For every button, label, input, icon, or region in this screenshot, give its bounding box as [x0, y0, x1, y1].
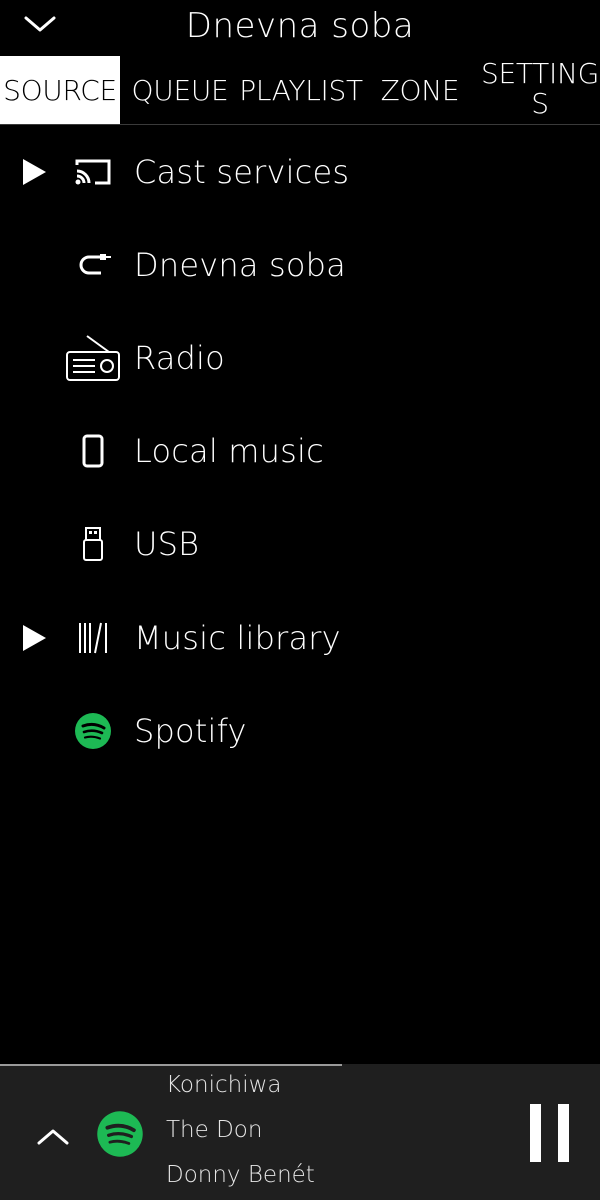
pause-bar-left [530, 1104, 541, 1162]
source-label: Dnevna soba [134, 245, 346, 284]
chevron-down-icon[interactable] [22, 10, 58, 38]
source-item-music-library[interactable]: Music library [0, 591, 600, 684]
tab-settings-line2: S [531, 87, 549, 120]
tab-zone[interactable]: ZONE [368, 56, 472, 124]
pause-icon[interactable] [524, 1104, 576, 1164]
source-label: Radio [134, 338, 225, 377]
source-item-dnevna-soba[interactable]: Dnevna soba [0, 218, 600, 311]
source-item-spotify[interactable]: Spotify [0, 684, 600, 777]
library-icon [64, 613, 122, 663]
tab-bar: SOURCE QUEUE PLAYLIST ZONE SETTING S [0, 56, 600, 125]
source-label: Local music [134, 431, 324, 470]
radio-icon [64, 333, 122, 383]
tab-settings[interactable]: SETTING S [478, 56, 600, 124]
source-label: Cast services [134, 152, 350, 191]
room-title: Dnevna soba [185, 6, 415, 46]
source-item-local-music[interactable]: Local music [0, 404, 600, 497]
aux-cable-icon [64, 240, 122, 290]
source-item-cast-services[interactable]: Cast services [0, 125, 600, 218]
source-label: Music library [134, 618, 341, 657]
phone-icon [64, 426, 122, 476]
track-title: Konichiwa [166, 1072, 282, 1098]
source-label: USB [134, 524, 200, 563]
spotify-icon [64, 706, 122, 756]
album-title: The Don [166, 1117, 263, 1143]
tab-settings-line1: SETTING [481, 57, 599, 90]
source-item-usb[interactable]: USB [0, 497, 600, 590]
pause-bar-right [558, 1104, 569, 1162]
tab-playlist[interactable]: PLAYLIST [239, 56, 363, 124]
artist-name: Donny Benét [166, 1162, 315, 1188]
expand-arrow-icon[interactable] [20, 157, 48, 187]
expand-arrow-icon[interactable] [20, 623, 48, 653]
tab-source[interactable]: SOURCE [0, 56, 120, 124]
now-playing-bar[interactable]: Konichiwa The Don Donny Benét [0, 1064, 600, 1200]
usb-icon [64, 519, 122, 569]
cast-icon [64, 147, 122, 197]
source-item-radio[interactable]: Radio [0, 311, 600, 404]
progress-bar[interactable] [0, 1064, 600, 1066]
spotify-icon [96, 1110, 144, 1158]
progress-fill [0, 1064, 342, 1066]
source-label: Spotify [134, 711, 247, 750]
tab-queue[interactable]: QUEUE [124, 56, 236, 124]
chevron-up-icon[interactable] [34, 1122, 72, 1152]
header: Dnevna soba [0, 0, 600, 52]
